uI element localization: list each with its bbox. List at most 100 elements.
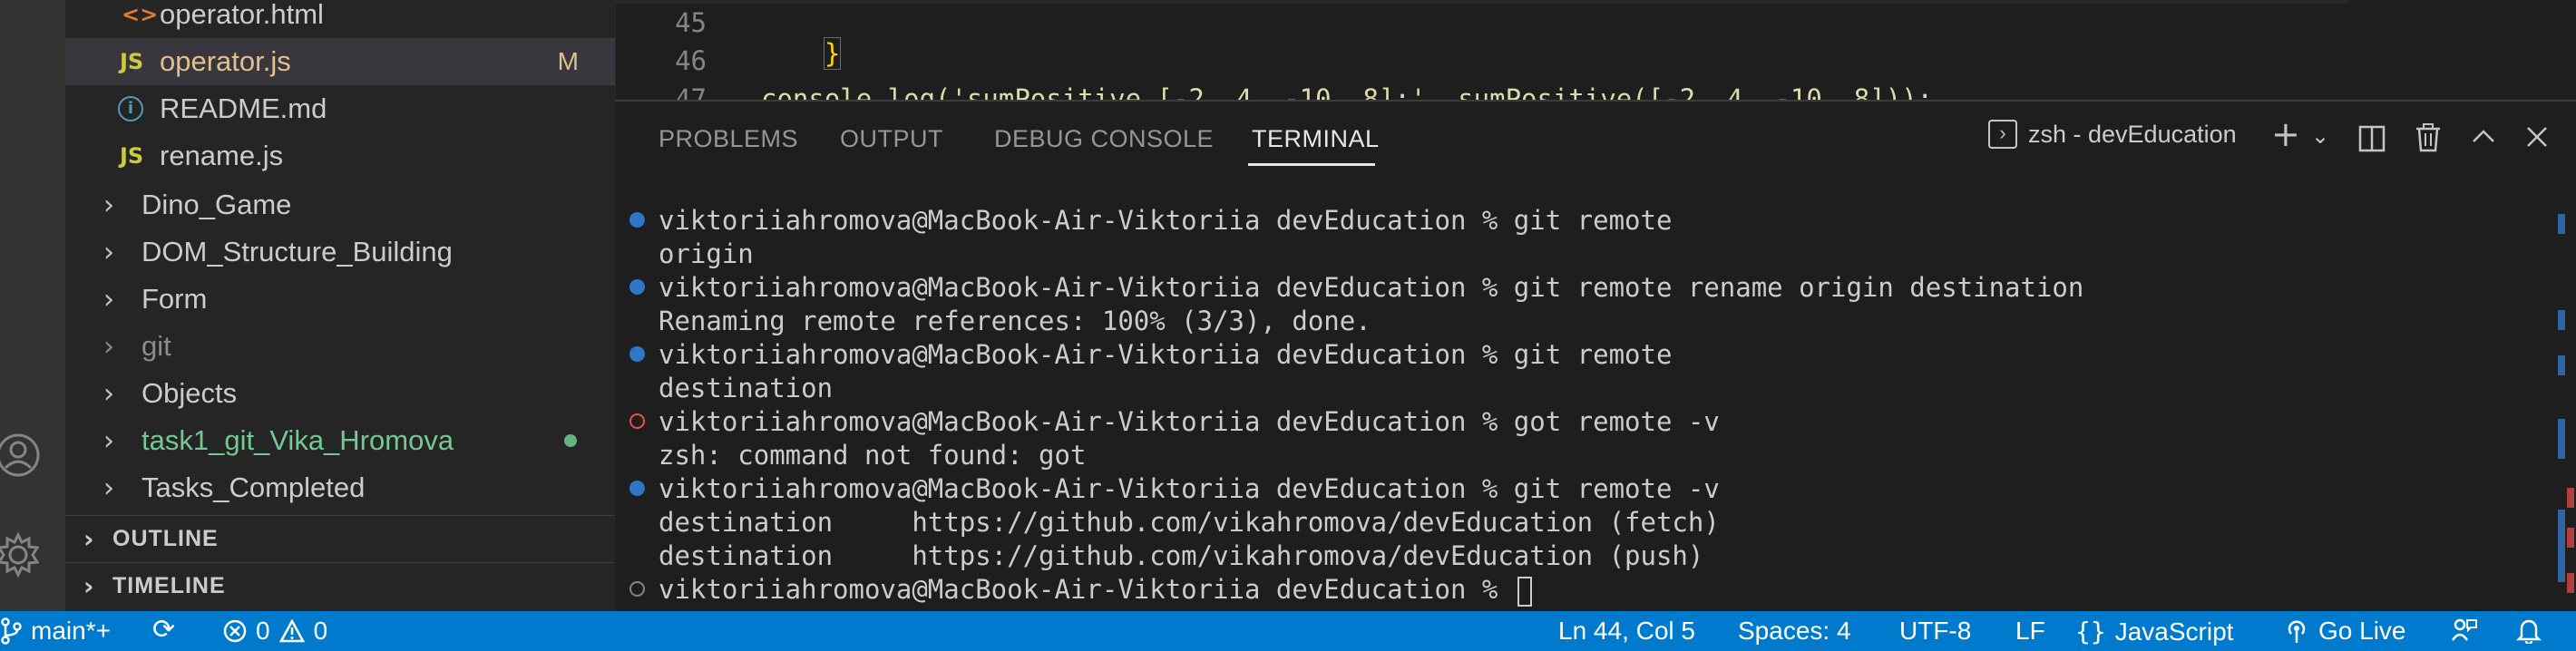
terminal-line: viktoriiahromova@MacBook-Air-Viktoriia d…: [659, 339, 1673, 370]
info-file-icon: i: [118, 96, 143, 121]
chevron-right-icon: ›: [103, 377, 114, 410]
chevron-right-icon: ›: [83, 571, 95, 601]
section-outline[interactable]: › OUTLINE: [65, 515, 615, 562]
scroll-marker: [2558, 214, 2565, 234]
command-error-icon: [629, 413, 645, 429]
language-label: JavaScript: [2114, 617, 2234, 646]
file-label: rename.js: [160, 140, 284, 171]
html-file-icon: <>: [122, 2, 159, 27]
chevron-right-icon: ›: [103, 236, 114, 268]
command-success-icon: [629, 279, 645, 295]
file-rename-js[interactable]: JS rename.js: [65, 132, 615, 180]
language-mode[interactable]: {} JavaScript: [2075, 617, 2233, 646]
end-of-line[interactable]: LF: [2015, 617, 2045, 646]
scroll-marker: [2567, 488, 2574, 508]
file-readme-md[interactable]: i README.md: [65, 85, 615, 132]
git-untracked-dot: [564, 434, 577, 447]
notifications-button[interactable]: [2516, 617, 2542, 644]
file-label: operator.html: [160, 0, 324, 30]
folder-label: Dino_Game: [141, 189, 292, 220]
folder-dino-game[interactable]: › Dino_Game: [65, 181, 615, 228]
section-timeline[interactable]: › TIMELINE: [65, 562, 615, 609]
scroll-marker: [2558, 510, 2565, 582]
command-success-icon: [629, 212, 645, 228]
broadcast-icon: [2288, 620, 2306, 643]
terminal-output[interactable]: viktoriiahromova@MacBook-Air-Viktoriia d…: [615, 102, 2520, 613]
folder-form[interactable]: › Form: [65, 276, 615, 323]
gear-icon[interactable]: [0, 531, 40, 578]
file-operator-js[interactable]: JS operator.js M: [65, 38, 615, 85]
folder-label: task1_git_Vika_Hromova: [141, 424, 454, 456]
feedback-button[interactable]: [2451, 617, 2478, 644]
warning-count: 0: [313, 617, 328, 645]
branch-name: main*+: [31, 617, 111, 645]
chevron-right-icon: ›: [103, 471, 114, 504]
file-label: README.md: [160, 92, 327, 124]
cursor-position[interactable]: Ln 44, Col 5: [1558, 617, 1695, 646]
braces-icon: {}: [2075, 617, 2106, 646]
code-text: }: [823, 37, 842, 70]
terminal-scrollbar[interactable]: [2556, 201, 2576, 613]
encoding[interactable]: UTF-8: [1899, 617, 1971, 646]
git-modified-badge: M: [557, 47, 579, 75]
terminal-line: viktoriiahromova@MacBook-Air-Viktoriia d…: [659, 473, 1720, 504]
problems-indicator[interactable]: 0 0: [223, 617, 327, 646]
error-count: 0: [256, 617, 270, 645]
bell-icon: [2516, 619, 2542, 644]
command-success-icon: [629, 346, 645, 362]
git-branch-icon: [1, 617, 22, 645]
scroll-marker: [2567, 528, 2574, 548]
js-file-icon: JS: [120, 49, 144, 74]
warning-icon: [278, 619, 305, 643]
folder-task1-git[interactable]: › task1_git_Vika_Hromova: [65, 417, 615, 464]
terminal-line: viktoriiahromova@MacBook-Air-Viktoriia d…: [659, 406, 1720, 437]
terminal-line: Renaming remote references: 100% (3/3), …: [659, 306, 1371, 336]
folder-label: Objects: [141, 377, 238, 409]
terminal-line: origin: [659, 238, 754, 269]
js-file-icon: JS: [120, 143, 144, 169]
go-live-button[interactable]: Go Live: [2284, 617, 2406, 646]
terminal-line: zsh: command not found: got: [659, 440, 1087, 471]
line-number: 46: [675, 45, 707, 76]
terminal-line: destination https://github.com/vikahromo…: [659, 507, 1720, 538]
section-label: OUTLINE: [112, 526, 219, 551]
folder-label: DOM_Structure_Building: [141, 236, 453, 267]
explorer-sidebar: <> operator.html JS operator.js M i READ…: [65, 0, 615, 611]
current-line-highlight: [616, 0, 2348, 4]
section-label: TIMELINE: [112, 573, 226, 598]
terminal-cursor: [1517, 576, 1532, 607]
code-line: console.log('sumPositive [-2, 4, -10, 8]…: [761, 83, 1934, 100]
close-icon[interactable]: [2525, 125, 2549, 153]
scroll-marker: [2567, 573, 2574, 593]
folder-label: Tasks_Completed: [141, 471, 366, 503]
bottom-panel: PROBLEMS OUTPUT DEBUG CONSOLE TERMINAL ›…: [615, 100, 2576, 611]
folder-git[interactable]: › git: [65, 323, 615, 370]
command-pending-icon: [629, 581, 645, 597]
code-editor[interactable]: 45 } 46 47 console.log('sumPositive [-2,…: [615, 0, 2576, 100]
terminal-line: viktoriiahromova@MacBook-Air-Viktoriia d…: [659, 272, 2084, 303]
scroll-marker: [2558, 419, 2565, 459]
terminal-line: viktoriiahromova@MacBook-Air-Viktoriia d…: [659, 205, 1673, 236]
indentation[interactable]: Spaces: 4: [1738, 617, 1851, 646]
activity-bar: [0, 0, 65, 611]
sync-icon: ⟳: [152, 614, 176, 646]
chevron-right-icon: ›: [83, 524, 95, 554]
accounts-icon[interactable]: [0, 432, 40, 477]
line-number: 45: [675, 7, 707, 38]
folder-objects[interactable]: › Objects: [65, 370, 615, 417]
sync-button[interactable]: ⟳: [152, 614, 175, 646]
file-operator-html[interactable]: <> operator.html: [65, 0, 615, 38]
chevron-right-icon: ›: [103, 189, 114, 221]
folder-label: Form: [141, 283, 208, 315]
folder-tasks-completed[interactable]: › Tasks_Completed: [65, 464, 615, 511]
line-number: 47: [675, 83, 707, 100]
folder-dom-structure-building[interactable]: › DOM_Structure_Building: [65, 228, 615, 276]
status-bar: main*+ ⟳ 0 0 Ln 44, Col 5 Spaces: 4 UTF-…: [0, 611, 2576, 651]
command-success-icon: [629, 481, 645, 496]
chevron-right-icon: ›: [103, 424, 114, 457]
branch-indicator[interactable]: main*+: [0, 617, 111, 646]
terminal-prompt: viktoriiahromova@MacBook-Air-Viktoriia d…: [659, 574, 1514, 605]
feedback-icon: [2451, 618, 2477, 641]
chevron-right-icon: ›: [103, 283, 114, 316]
go-live-label: Go Live: [2318, 617, 2406, 645]
